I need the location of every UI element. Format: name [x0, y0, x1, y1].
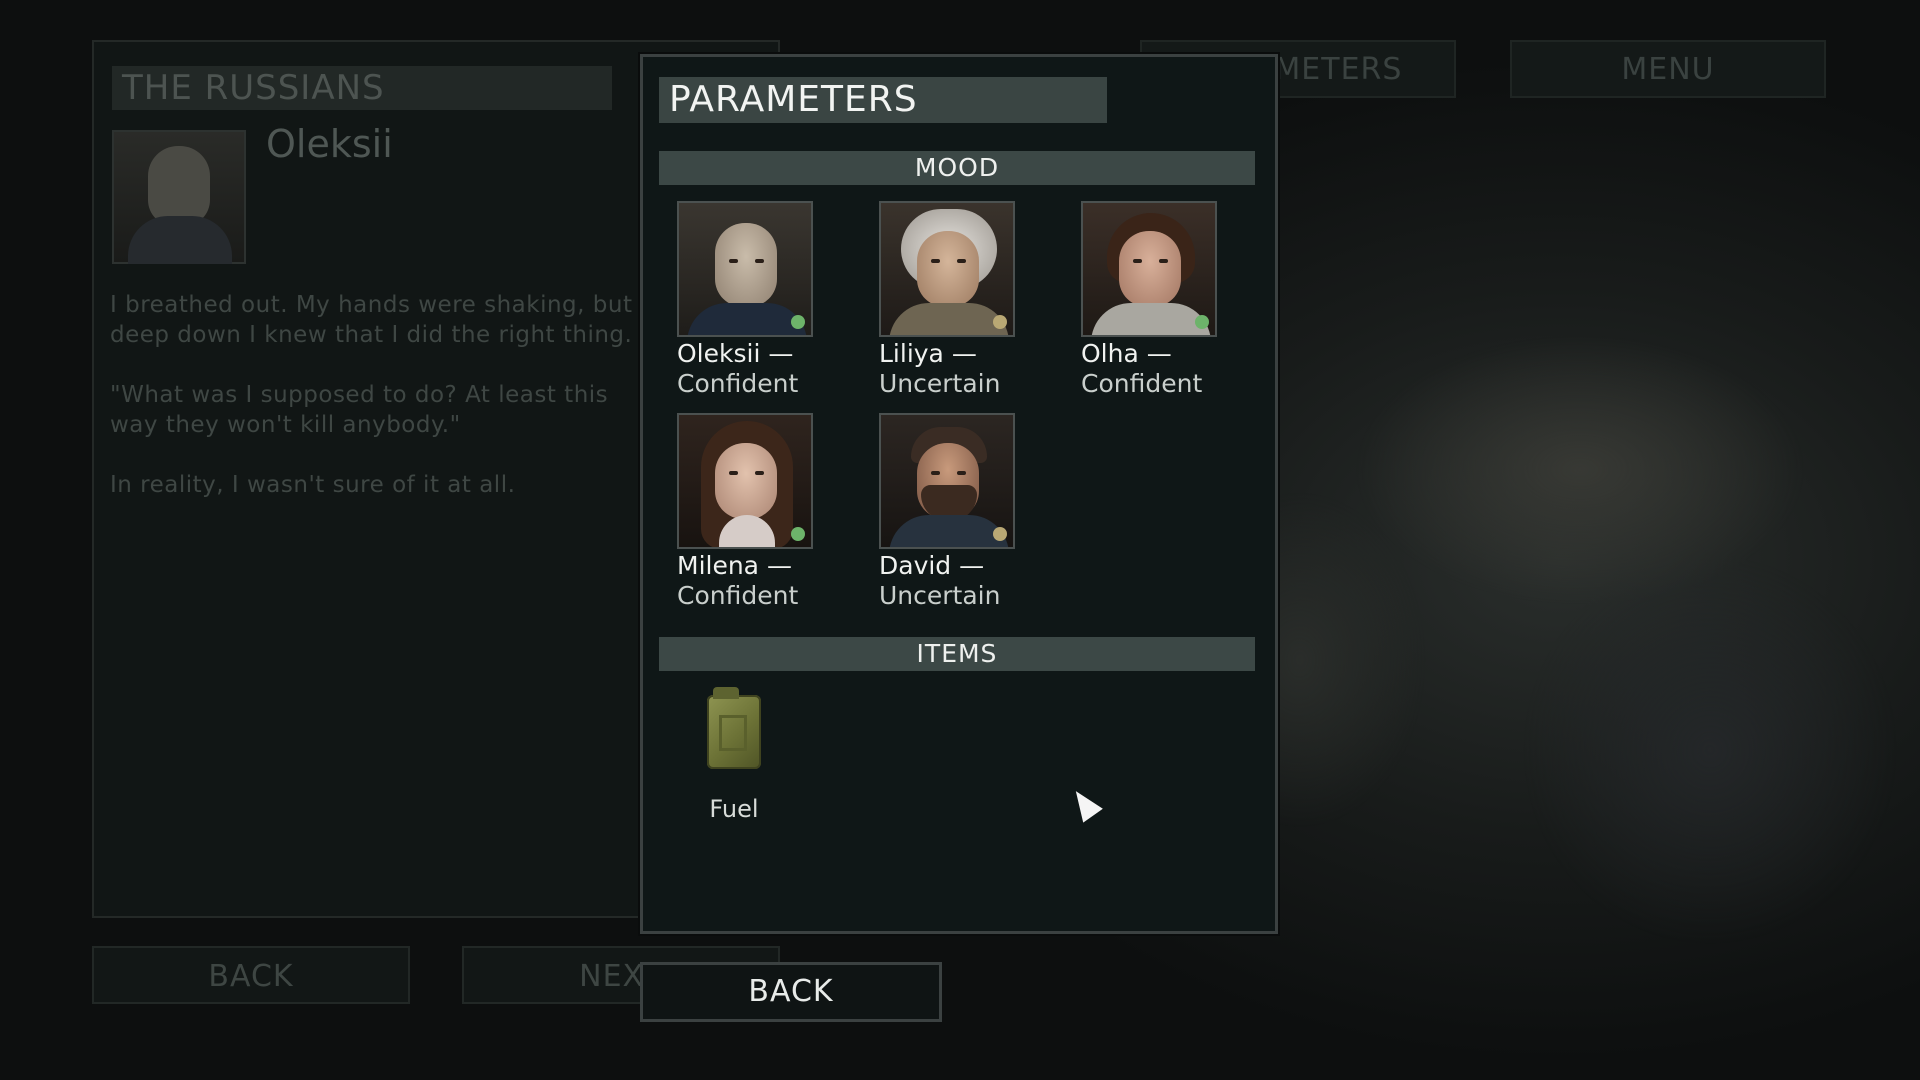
mood-indicator [993, 527, 1007, 541]
character-mood: Confident [677, 369, 799, 398]
character-mood: Confident [1081, 369, 1203, 398]
portrait-olha [1081, 201, 1217, 337]
mood-indicator [993, 315, 1007, 329]
character-card-olha[interactable]: Olha — Confident [1081, 201, 1271, 401]
character-card-david[interactable]: David — Uncertain [879, 413, 1069, 613]
portrait-oleksii [677, 201, 813, 337]
story-portrait [112, 130, 246, 264]
story-character-name: Oleksii [266, 122, 393, 166]
items-section-header: ITEMS [659, 637, 1255, 671]
background-back-button: BACK [92, 946, 410, 1004]
item-label: Fuel [709, 795, 759, 823]
portrait-milena [677, 413, 813, 549]
character-name: Olha — [1081, 339, 1172, 368]
character-mood: Uncertain [879, 369, 1001, 398]
mood-section-header: MOOD [659, 151, 1255, 185]
character-card-milena[interactable]: Milena — Confident [677, 413, 867, 613]
character-card-oleksii[interactable]: Oleksii — Confident [677, 201, 867, 401]
mood-indicator [791, 315, 805, 329]
story-text: I breathed out. My hands were shaking, b… [110, 290, 650, 530]
mood-indicator [1195, 315, 1209, 329]
story-paragraph: In reality, I wasn't sure of it at all. [110, 472, 516, 498]
modal-title: PARAMETERS [659, 77, 1107, 123]
character-name: Liliya — [879, 339, 977, 368]
character-mood: Uncertain [879, 581, 1001, 610]
mood-indicator [791, 527, 805, 541]
parameters-modal: PARAMETERS MOOD Oleksii — Confident Lili… [640, 54, 1278, 934]
portrait-liliya [879, 201, 1015, 337]
story-title: THE RUSSIANS [112, 66, 612, 110]
tab-menu: MENU [1510, 40, 1826, 98]
character-mood: Confident [677, 581, 799, 610]
character-name: Oleksii — [677, 339, 794, 368]
portrait-david [879, 413, 1015, 549]
character-name: Milena — [677, 551, 792, 580]
jerrycan-icon [707, 687, 761, 769]
back-button[interactable]: BACK [640, 962, 942, 1022]
character-name: David — [879, 551, 985, 580]
story-paragraph: I breathed out. My hands were shaking, b… [110, 292, 633, 348]
story-paragraph: "What was I supposed to do? At least thi… [110, 382, 609, 438]
character-card-liliya[interactable]: Liliya — Uncertain [879, 201, 1069, 401]
item-fuel[interactable]: Fuel [689, 687, 779, 823]
